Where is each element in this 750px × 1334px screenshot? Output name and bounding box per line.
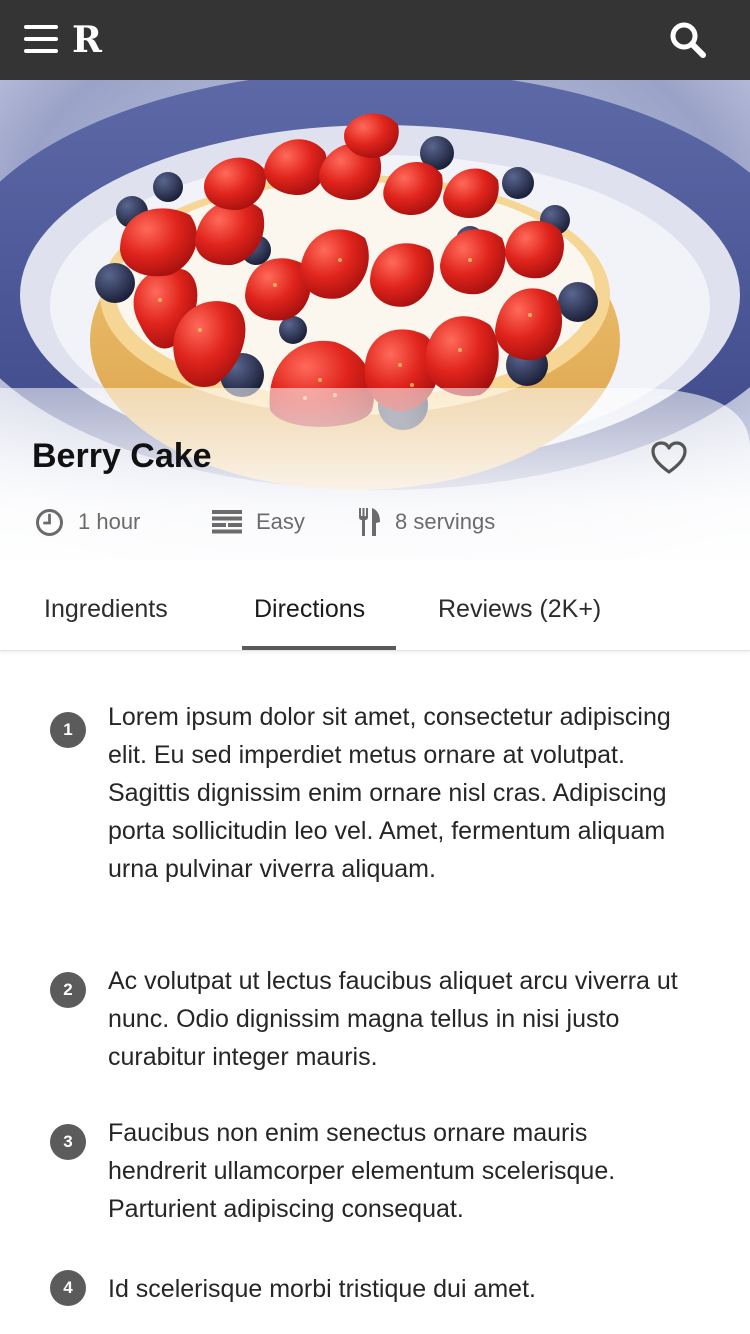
step-number: 2 [50,972,86,1008]
step-text: Faucibus non enim senectus ornare mauris… [108,1119,616,1223]
search-icon[interactable] [666,18,710,62]
step-text: Id scelerisque morbi tristique dui amet. [108,1275,536,1303]
heart-outline-icon[interactable] [650,440,688,476]
recipe-tabs: Ingredients Directions Reviews (2K+) [0,568,750,651]
step-number: 4 [50,1270,86,1306]
cook-time: 1 hour [35,504,140,540]
clock-icon [36,508,63,536]
step-number: 1 [50,712,86,748]
cook-time-label: 1 hour [78,509,141,534]
app-logo[interactable]: R [72,16,102,64]
top-app-bar: R [0,0,750,80]
fork-knife-icon [359,508,380,536]
hamburger-menu-icon[interactable] [24,22,58,56]
step-number: 3 [50,1124,86,1160]
step-text: Ac volutpat ut lectus faucibus aliquet a… [108,967,678,1071]
recipe-title: Berry Cake [32,437,212,475]
tab-directions[interactable]: Directions [254,568,365,650]
tab-ingredients[interactable]: Ingredients [44,568,168,650]
tab-reviews[interactable]: Reviews (2K+) [438,568,601,650]
servings-label: 8 servings [395,509,496,534]
servings: 8 servings [357,504,495,540]
step-text: Lorem ipsum dolor sit amet, consectetur … [108,703,671,883]
difficulty-icon [212,510,242,534]
difficulty-label: Easy [256,509,305,534]
active-tab-indicator [242,646,396,650]
difficulty: Easy [212,504,305,540]
